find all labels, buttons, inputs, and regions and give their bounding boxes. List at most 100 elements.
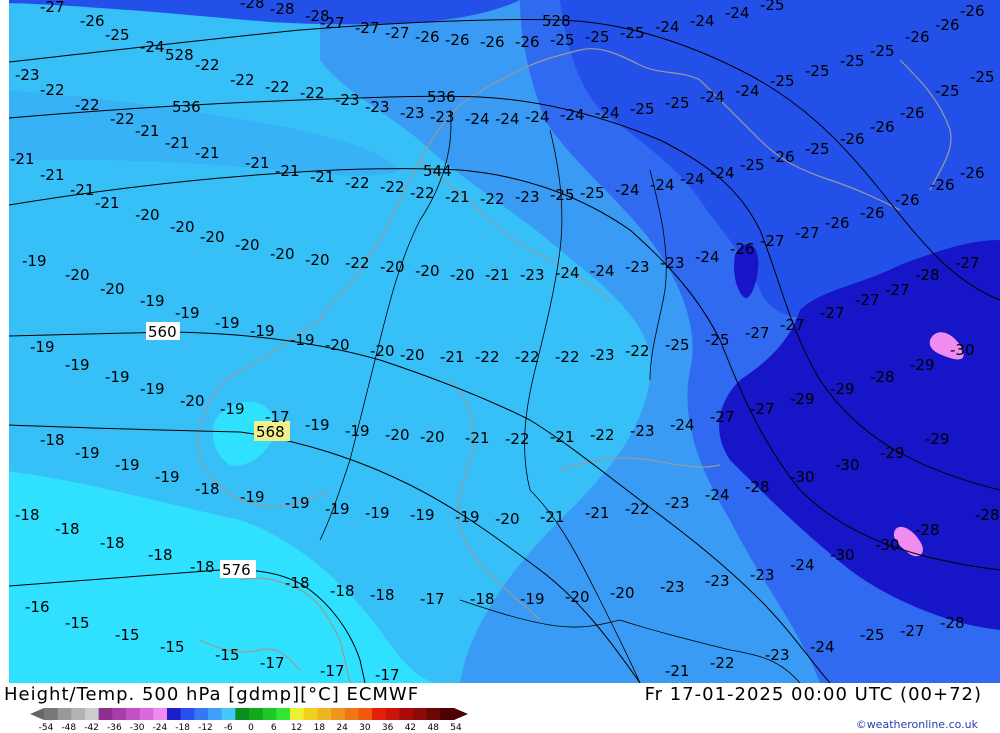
temperature-label: -30 <box>950 341 975 359</box>
scale-tick-label: -42 <box>84 723 99 733</box>
temperature-label: -20 <box>305 251 330 269</box>
temperature-label: -26 <box>480 33 505 51</box>
map-title: Height/Temp. 500 hPa [gdmp][°C] ECMWF <box>4 684 420 705</box>
temperature-label: -21 <box>540 508 565 526</box>
temperature-label: -25 <box>665 94 690 112</box>
temperature-label: -27 <box>750 400 775 418</box>
temperature-label: -26 <box>905 28 930 46</box>
temperature-label: -24 <box>140 38 165 56</box>
temperature-label: -22 <box>300 84 325 102</box>
temperature-label: -30 <box>875 536 900 554</box>
temperature-label: -19 <box>250 322 275 340</box>
scale-swatch <box>262 708 277 720</box>
scale-tick-label: 48 <box>427 723 439 733</box>
temperature-label: -19 <box>30 338 55 356</box>
scale-tick-label: 42 <box>404 723 417 733</box>
contour-label-536-east: 536 <box>427 88 456 106</box>
temperature-label: -28 <box>915 266 940 284</box>
temperature-label: -27 <box>955 254 980 272</box>
temperature-label: -20 <box>565 588 590 606</box>
temperature-label: -20 <box>170 218 195 236</box>
scale-swatch <box>276 708 291 720</box>
temperature-label: -22 <box>195 56 220 74</box>
temperature-label: -24 <box>555 264 580 282</box>
temperature-label: -25 <box>630 100 655 118</box>
scale-swatch <box>358 708 373 720</box>
temperature-label: -21 <box>585 504 610 522</box>
temperature-label: -17 <box>375 666 400 683</box>
temperature-label: -21 <box>165 134 190 152</box>
temperature-label: -21 <box>550 428 575 446</box>
temperature-label: -25 <box>805 140 830 158</box>
temperature-label: -26 <box>515 33 540 51</box>
temperature-label: -27 <box>760 232 785 250</box>
temperature-label: -22 <box>480 190 505 208</box>
temperature-label: -30 <box>835 456 860 474</box>
temperature-label: -17 <box>420 590 445 608</box>
temperature-label: -27 <box>745 324 770 342</box>
temperature-label: -23 <box>750 566 775 584</box>
temperature-label: -22 <box>590 426 615 444</box>
temperature-label: -27 <box>795 224 820 242</box>
temperature-label: -20 <box>100 280 125 298</box>
temperature-label: -23 <box>365 98 390 116</box>
temperature-label: -24 <box>465 110 490 128</box>
temperature-label: -18 <box>195 480 220 498</box>
temperature-label: -28 <box>270 0 295 18</box>
temperature-label: -21 <box>245 154 270 172</box>
temperature-label: -18 <box>40 431 65 449</box>
temperature-label: -26 <box>825 214 850 232</box>
temperature-label: -25 <box>870 42 895 60</box>
temperature-label: -25 <box>840 52 865 70</box>
scale-swatch <box>303 708 318 720</box>
temperature-label: -18 <box>55 520 80 538</box>
contour-label-560: 560 <box>148 323 177 341</box>
temperature-label: -25 <box>805 62 830 80</box>
temperature-label: -23 <box>705 572 730 590</box>
scale-swatch <box>71 708 86 720</box>
temperature-label: -26 <box>730 240 755 258</box>
temperature-label: -19 <box>105 368 130 386</box>
temperature-label: -18 <box>15 506 40 524</box>
temperature-label: -24 <box>560 106 585 124</box>
temperature-label: -20 <box>65 266 90 284</box>
temperature-label: -27 <box>855 291 880 309</box>
scale-tick-label: -18 <box>175 723 191 733</box>
temperature-label: -22 <box>625 500 650 518</box>
temperature-label: -26 <box>840 130 865 148</box>
temperature-label: -27 <box>820 304 845 322</box>
temperature-label: -26 <box>860 204 885 222</box>
temperature-label: -25 <box>935 82 960 100</box>
temperature-label: -23 <box>335 91 360 109</box>
temperature-label: -22 <box>515 348 540 366</box>
temperature-label: -22 <box>380 178 405 196</box>
temperature-label: -24 <box>700 88 725 106</box>
temperature-label: -19 <box>155 468 180 486</box>
temperature-label: -21 <box>70 181 95 199</box>
temperature-label: -26 <box>870 118 895 136</box>
temperature-label: -20 <box>180 392 205 410</box>
scale-swatch <box>399 708 414 720</box>
temperature-label: -26 <box>900 104 925 122</box>
contour-label-536: 536 <box>172 98 201 116</box>
temperature-label: -25 <box>705 331 730 349</box>
temperature-label: -21 <box>275 162 300 180</box>
map-left-margin <box>0 0 9 683</box>
temperature-label: -22 <box>410 184 435 202</box>
temperature-label: -27 <box>40 0 65 16</box>
temperature-label: -22 <box>505 430 530 448</box>
scale-swatch <box>194 708 209 720</box>
temperature-label: -19 <box>115 456 140 474</box>
temperature-label: -24 <box>655 18 680 36</box>
scale-tick-label: 36 <box>381 723 394 733</box>
scale-swatch <box>413 708 428 720</box>
credit-link[interactable]: ©weatheronline.co.uk <box>856 718 978 731</box>
temperature-label: -22 <box>345 254 370 272</box>
temperature-label: -22 <box>345 174 370 192</box>
temperature-label: -17 <box>265 408 290 426</box>
scale-swatch <box>317 708 332 720</box>
temperature-label: -26 <box>80 12 105 30</box>
scale-tick-label: -24 <box>152 723 168 733</box>
temperature-label: -25 <box>740 156 765 174</box>
scale-tick-label: -48 <box>61 723 77 733</box>
